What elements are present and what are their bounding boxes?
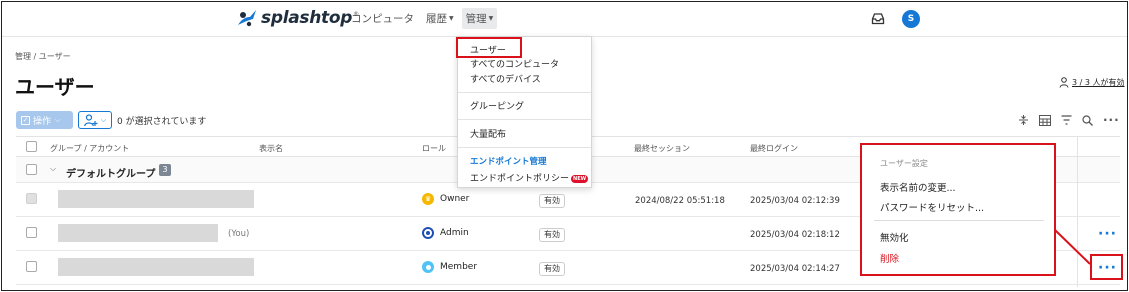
chevron-down-icon: ⌵ (100, 115, 107, 124)
menu-divider (458, 147, 591, 148)
menu-item-reset-password[interactable]: パスワードをリセット... (880, 200, 984, 214)
menu-item-endpoint-policy[interactable]: エンドポイントポリシー NEW (470, 171, 589, 184)
inbox-icon[interactable] (871, 12, 885, 25)
active-user-count-text: 3 / 3 人が有効 (1072, 78, 1125, 87)
active-user-count[interactable]: 3 / 3 人が有効 (1059, 77, 1125, 88)
add-user-icon (84, 113, 98, 126)
admin-dropdown-menu: ユーザー すべてのコンピュータ すべてのデバイス グルーピング 大量配布 エンド… (456, 36, 592, 188)
menu-item-users[interactable]: ユーザー (470, 43, 506, 56)
redacted-account-name (58, 224, 218, 242)
column-divider (1077, 136, 1078, 287)
chevron-down-icon[interactable]: ⌵ (50, 164, 56, 174)
top-navigation-bar: splashtop ® コンピュータ 履歴 ▼ 管理 ▼ S (2, 2, 1127, 37)
filter-icon[interactable] (1061, 115, 1072, 125)
operations-button[interactable]: ✓ 操作 ⌵ (16, 111, 73, 129)
role-label: Member (440, 262, 478, 272)
check-square-icon: ✓ (21, 115, 30, 125)
row-more-button[interactable]: ··· (1098, 226, 1117, 242)
search-icon[interactable] (1082, 114, 1093, 126)
status-badge: 有効 (539, 262, 565, 276)
last-login-cell: 2025/03/04 02:14:27 (750, 264, 840, 274)
column-header-group-account[interactable]: グループ / アカウント (50, 143, 129, 154)
breadcrumb: 管理 / ユーザー (15, 52, 71, 61)
splashtop-logo-icon (238, 10, 256, 27)
user-avatar[interactable]: S (902, 10, 920, 28)
nav-history[interactable]: 履歴 ▼ (422, 8, 458, 29)
person-icon (1059, 77, 1069, 88)
menu-divider (458, 119, 591, 120)
redacted-account-name (58, 190, 254, 208)
select-all-checkbox[interactable] (26, 141, 37, 152)
column-header-last-login[interactable]: 最終ログイン (750, 143, 798, 154)
row-checkbox[interactable] (26, 227, 37, 238)
column-header-display-name[interactable]: 表示名 (259, 143, 283, 154)
last-session-cell: 2024/08/22 05:51:18 (635, 196, 725, 206)
redacted-account-name (58, 258, 254, 276)
operations-label: 操作 (33, 116, 52, 127)
caret-down-icon: ▼ (488, 14, 494, 22)
menu-item-rename[interactable]: 表示名前の変更... (880, 180, 956, 194)
table-tools: ··· (1018, 113, 1120, 127)
menu-divider (458, 92, 591, 93)
menu-item-disable[interactable]: 無効化 (880, 230, 909, 244)
menu-item-grouping[interactable]: グルーピング (470, 99, 524, 112)
last-login-cell: 2025/03/04 02:12:39 (750, 196, 840, 206)
nav-computers[interactable]: コンピュータ (347, 8, 418, 29)
main-nav: コンピュータ 履歴 ▼ 管理 ▼ (347, 7, 498, 29)
nav-history-label: 履歴 (426, 12, 447, 25)
column-header-last-session[interactable]: 最終セッション (634, 143, 690, 154)
status-badge: 有効 (539, 228, 565, 242)
caret-down-icon: ▼ (449, 14, 454, 22)
group-member-count: 3 (159, 164, 171, 176)
column-header-role[interactable]: ロール (422, 143, 446, 154)
last-login-cell: 2025/03/04 02:18:12 (750, 230, 840, 240)
new-badge: NEW (571, 174, 589, 183)
nav-admin[interactable]: 管理 ▼ (461, 7, 498, 29)
columns-icon[interactable] (1039, 114, 1051, 126)
row-checkbox (26, 193, 37, 204)
member-icon (422, 261, 434, 273)
menu-item-mass-deployment[interactable]: 大量配布 (470, 127, 506, 140)
row-checkbox[interactable] (26, 261, 37, 272)
menu-item-all-computers[interactable]: すべてのコンピュータ (470, 57, 559, 70)
menu-section-endpoint-management: エンドポイント管理 (470, 157, 547, 167)
status-badge: 有効 (539, 194, 565, 208)
highlight-box (1090, 254, 1123, 280)
user-settings-context-menu: ユーザー設定 表示名前の変更... パスワードをリセット... 無効化 削除 (860, 143, 1056, 276)
more-options-icon[interactable]: ··· (1103, 113, 1120, 127)
add-user-button[interactable]: ⌵ (78, 111, 112, 129)
expand-collapse-icon[interactable] (1018, 114, 1029, 126)
group-name: デフォルトグループ (66, 169, 156, 180)
role-cell: Member (422, 261, 477, 273)
splashtop-logo[interactable]: splashtop ® (236, 8, 359, 28)
role-cell: Admin (422, 227, 469, 239)
context-menu-title: ユーザー設定 (880, 159, 928, 168)
crown-icon: ♛ (422, 193, 434, 205)
selection-count: 0 が選択されています (117, 117, 207, 127)
chevron-down-icon: ⌵ (55, 115, 61, 124)
nav-computers-label: コンピュータ (351, 12, 414, 25)
menu-item-delete[interactable]: 削除 (880, 251, 899, 265)
role-cell: ♛ Owner (422, 193, 469, 205)
app-window: splashtop ® コンピュータ 履歴 ▼ 管理 ▼ S 管理 / ユーザー… (1, 1, 1128, 291)
admin-icon (422, 227, 434, 239)
nav-admin-label: 管理 (465, 12, 487, 25)
menu-item-endpoint-policy-label: エンドポイントポリシー (470, 174, 570, 184)
role-label: Admin (440, 228, 469, 238)
current-user-tag: (You) (228, 229, 250, 239)
role-label: Owner (440, 194, 470, 204)
page-title: ユーザー (15, 75, 95, 99)
menu-item-all-devices[interactable]: すべてのデバイス (470, 72, 541, 85)
logo-text: splashtop (261, 8, 353, 28)
menu-divider (874, 220, 1044, 221)
group-checkbox[interactable] (26, 164, 37, 175)
